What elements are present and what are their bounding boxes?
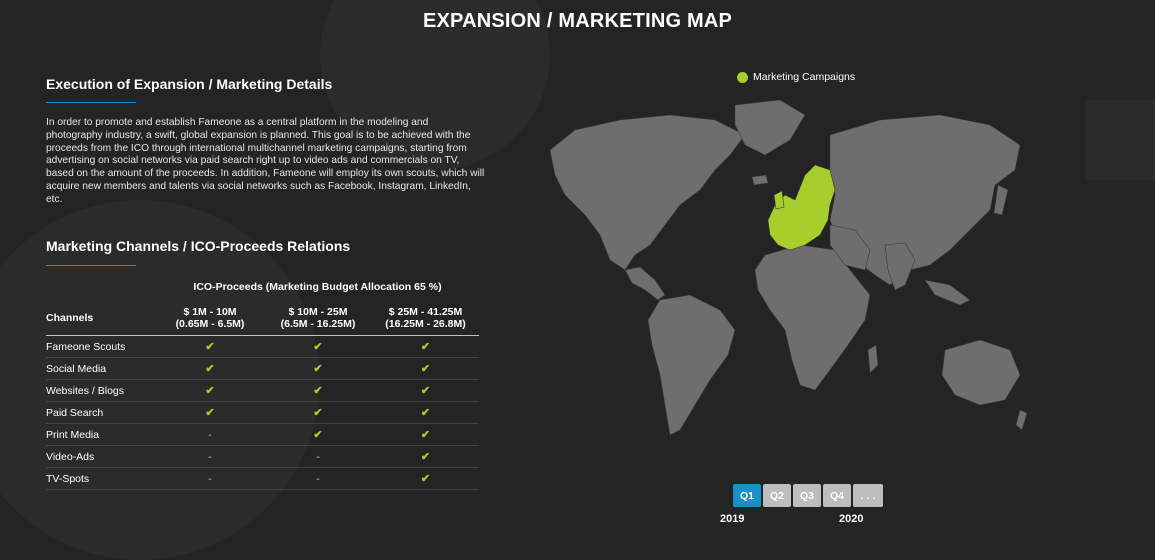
check-icon: ✔ <box>313 429 323 441</box>
map-south-america <box>647 294 736 436</box>
channel-name: TV-Spots <box>46 467 156 490</box>
check-icon: ✔ <box>420 429 431 441</box>
tier-1-cell: ✔ <box>156 357 264 380</box>
quarter-button-q1[interactable]: Q1 <box>733 484 761 507</box>
map-legend: Marketing Campaigns <box>737 71 855 83</box>
dash-cell: - <box>208 450 212 463</box>
execution-heading-underline <box>46 102 136 103</box>
table-row: Websites / Blogs ✔ ✔ ✔ <box>46 379 479 402</box>
map-new-zealand <box>1015 409 1028 431</box>
background-block-right <box>1085 100 1155 180</box>
execution-paragraph: In order to promote and establish Fameon… <box>46 117 485 205</box>
tier-2-cell: - <box>264 467 372 490</box>
check-icon: ✔ <box>313 407 323 419</box>
quarter-timeline: Q1 Q2 Q3 Q4. . . <box>733 484 883 507</box>
check-icon: ✔ <box>420 451 431 463</box>
quarter-button-q4[interactable]: Q4 <box>823 484 851 507</box>
tier-3-cell: ✔ <box>372 357 479 380</box>
table-row: Fameone Scouts ✔ ✔ ✔ <box>46 335 479 358</box>
column-header-tier-3: $ 25M - 41.25M (16.25M - 26.8M) <box>385 306 466 330</box>
channel-name: Print Media <box>46 423 156 446</box>
tier-3-cell: ✔ <box>372 423 479 446</box>
map-greenland <box>734 99 806 156</box>
tier-2-cell: ✔ <box>264 357 372 380</box>
quarter-more-button[interactable]: . . . <box>853 484 883 507</box>
channels-heading: Marketing Channels / ICO-Proceeds Relati… <box>46 238 351 254</box>
tier-2-cell: ✔ <box>264 379 372 402</box>
check-icon: ✔ <box>205 341 215 353</box>
tier-3-cell: ✔ <box>372 401 479 424</box>
column-header-tier-1: $ 1M - 10M (0.65M - 6.5M) <box>175 306 245 330</box>
tier-2-cell: ✔ <box>264 401 372 424</box>
year-end-label: 2020 <box>839 513 864 525</box>
legend-label: Marketing Campaigns <box>753 71 856 83</box>
map-japan <box>993 184 1009 216</box>
channel-name: Social Media <box>46 357 156 380</box>
column-header-channels: Channels <box>46 312 94 324</box>
quarter-button-q3[interactable]: Q3 <box>793 484 821 507</box>
page-title: EXPANSION / MARKETING MAP <box>422 10 733 32</box>
table-row: Paid Search ✔ ✔ ✔ <box>46 401 479 424</box>
tier-2-cell: ✔ <box>264 423 372 446</box>
table-row: TV-Spots - - ✔ <box>46 467 479 490</box>
check-icon: ✔ <box>420 407 431 419</box>
check-icon: ✔ <box>313 363 323 375</box>
map-iceland <box>751 174 769 186</box>
check-icon: ✔ <box>205 363 215 375</box>
tier-2-cell: - <box>264 445 372 468</box>
channel-name: Fameone Scouts <box>46 335 156 358</box>
check-icon: ✔ <box>420 473 431 485</box>
dash-cell: - <box>316 472 320 485</box>
map-uk-highlight <box>773 190 785 210</box>
marketing-channels-table: ICO-Proceeds (Marketing Budget Allocatio… <box>46 281 479 490</box>
check-icon: ✔ <box>313 385 323 397</box>
tier-1-cell: - <box>156 423 264 446</box>
map-central-america <box>624 266 666 301</box>
tier-1-cell: ✔ <box>156 335 264 358</box>
map-north-america <box>549 114 746 271</box>
check-icon: ✔ <box>205 407 215 419</box>
channel-name: Video-Ads <box>46 445 156 468</box>
tier-3-cell: ✔ <box>372 379 479 402</box>
channels-heading-underline <box>46 265 136 266</box>
dash-cell: - <box>316 450 320 463</box>
check-icon: ✔ <box>420 385 431 397</box>
table-header-row: Channels $ 1M - 10M (0.65M - 6.5M) $ 10M … <box>46 301 479 336</box>
table-caption: ICO-Proceeds (Marketing Budget Allocatio… <box>193 281 442 293</box>
channel-name: Websites / Blogs <box>46 379 156 402</box>
table-row: Social Media ✔ ✔ ✔ <box>46 357 479 380</box>
check-icon: ✔ <box>420 363 431 375</box>
tier-1-cell: ✔ <box>156 379 264 402</box>
tier-3-cell: ✔ <box>372 335 479 358</box>
table-row: Print Media - ✔ ✔ <box>46 423 479 446</box>
tier-3-cell: ✔ <box>372 445 479 468</box>
tier-1-cell: - <box>156 467 264 490</box>
legend-dot-icon <box>737 71 748 83</box>
table-row: Video-Ads - - ✔ <box>46 445 479 468</box>
check-icon: ✔ <box>313 341 323 353</box>
check-icon: ✔ <box>420 341 431 353</box>
tier-1-cell: - <box>156 445 264 468</box>
map-australia <box>941 339 1021 406</box>
tier-1-cell: ✔ <box>156 401 264 424</box>
year-start-label: 2019 <box>720 513 745 525</box>
map-southeast-asia <box>924 279 971 306</box>
check-icon: ✔ <box>205 385 215 397</box>
quarter-button-q2[interactable]: Q2 <box>763 484 791 507</box>
channel-name: Paid Search <box>46 401 156 424</box>
map-madagascar <box>867 344 879 374</box>
tier-3-cell: ✔ <box>372 467 479 490</box>
column-header-tier-2: $ 10M - 25M (6.5M - 16.25M) <box>280 306 356 330</box>
dash-cell: - <box>208 428 212 441</box>
dash-cell: - <box>208 472 212 485</box>
execution-heading: Execution of Expansion / Marketing Detai… <box>46 76 333 92</box>
tier-2-cell: ✔ <box>264 335 372 358</box>
world-map <box>549 99 1028 436</box>
